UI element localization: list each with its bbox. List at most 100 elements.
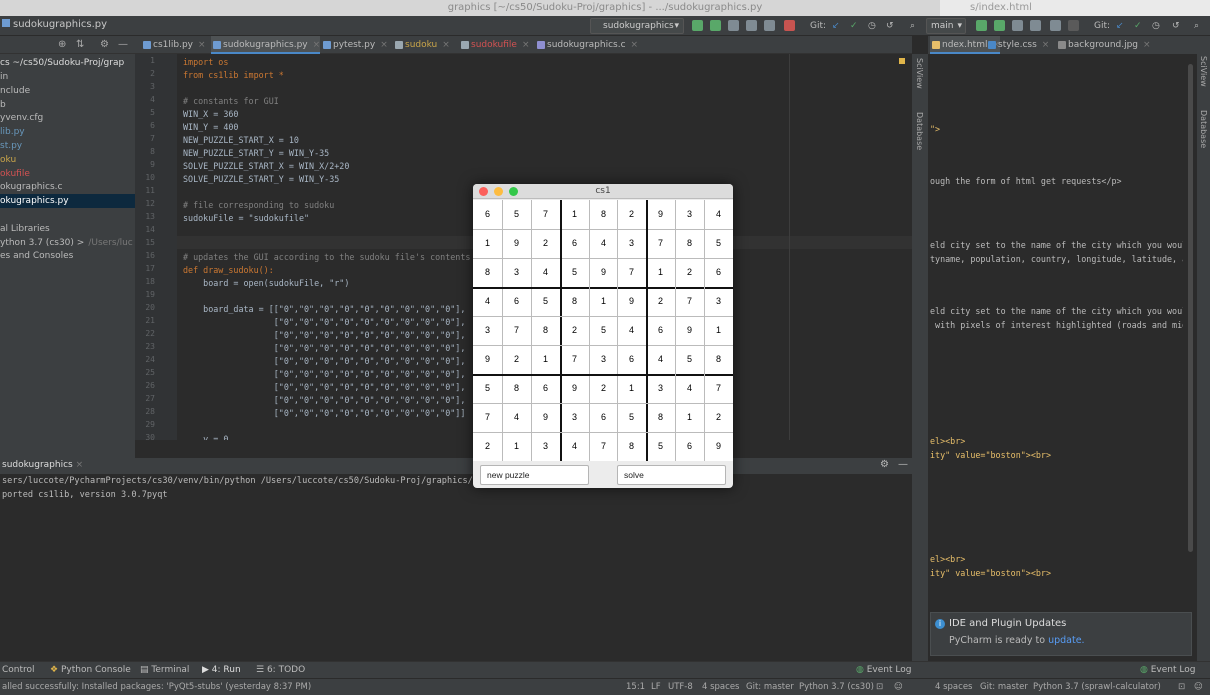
event-log-tab-right[interactable]: ◍ Event Log (1140, 665, 1195, 675)
run-tool-tab[interactable]: ▶ 4: Run (202, 665, 241, 675)
sudoku-cell[interactable]: 7 (560, 345, 589, 374)
target-icon[interactable]: ⊕ (58, 39, 66, 50)
sudoku-cell[interactable]: 9 (646, 200, 675, 229)
tree-item[interactable]: b (0, 98, 135, 112)
git-branch-right[interactable]: Git: master (980, 682, 1028, 692)
indent-setting-right[interactable]: 4 spaces (935, 682, 972, 692)
sudoku-cell[interactable]: 8 (646, 403, 675, 432)
sudoku-cell[interactable]: 1 (473, 229, 502, 258)
git-update-icon[interactable]: ↙ (832, 19, 840, 33)
sudoku-cell[interactable]: 3 (704, 287, 733, 316)
sudoku-cell[interactable]: 9 (617, 287, 646, 316)
tree-item[interactable]: okugraphics.py (0, 194, 135, 209)
maximize-window-button[interactable] (509, 187, 518, 196)
sudoku-cell[interactable]: 3 (646, 374, 675, 403)
close-icon[interactable]: × (442, 40, 450, 50)
caret-position[interactable]: 15:1 (626, 682, 645, 692)
sudoku-cell[interactable]: 5 (502, 200, 531, 229)
sudoku-cell[interactable]: 3 (589, 345, 618, 374)
sudoku-cell[interactable]: 8 (589, 200, 618, 229)
sudoku-cell[interactable]: 2 (704, 403, 733, 432)
sudoku-cell[interactable]: 5 (704, 229, 733, 258)
editor-tab[interactable]: sudokufile × (459, 36, 530, 54)
stop-icon[interactable] (1068, 20, 1079, 31)
sudoku-cell[interactable]: 9 (560, 374, 589, 403)
tree-item[interactable]: ython 3.7 (cs30) >/Users/luc (0, 236, 135, 250)
tree-item[interactable]: es and Consoles (0, 249, 135, 263)
inspector-icon[interactable]: ☺ (894, 682, 903, 692)
sudoku-cell[interactable]: 7 (675, 287, 704, 316)
right-editor-tab[interactable]: background.jpg × (1056, 36, 1151, 54)
sudoku-cell[interactable]: 6 (560, 229, 589, 258)
sudoku-cell[interactable]: 8 (675, 229, 704, 258)
collapse-icon[interactable]: ⇅ (76, 39, 84, 50)
search-icon[interactable]: ⌕ (1194, 19, 1199, 33)
sudoku-cell[interactable]: 2 (646, 287, 675, 316)
sudoku-cell[interactable]: 1 (617, 374, 646, 403)
debug-icon[interactable] (710, 20, 721, 31)
run-tab[interactable]: sudokugraphics × (2, 460, 83, 470)
close-icon[interactable]: × (631, 40, 639, 50)
history-icon[interactable]: ◷ (868, 19, 876, 33)
close-icon[interactable]: × (1143, 40, 1151, 50)
tree-item[interactable]: okugraphics.c (0, 180, 135, 194)
sudoku-cell[interactable]: 7 (646, 229, 675, 258)
sudoku-cell[interactable]: 6 (473, 200, 502, 229)
concurrency-icon[interactable] (1050, 20, 1061, 31)
sudoku-cell[interactable]: 4 (675, 374, 704, 403)
lock-icon[interactable]: ⊡ (876, 682, 883, 692)
editor-tab[interactable]: sudokugraphics.c × (535, 36, 638, 54)
profile-icon[interactable] (1030, 20, 1041, 31)
sudoku-cell[interactable]: 8 (617, 432, 646, 461)
file-encoding[interactable]: UTF-8 (668, 682, 693, 692)
minimize-window-button[interactable] (494, 187, 503, 196)
status-message[interactable]: alled successfully: Installed packages: … (2, 682, 311, 692)
revert-icon[interactable]: ↺ (1172, 19, 1180, 33)
sudoku-cell[interactable]: 2 (675, 258, 704, 287)
line-separator[interactable]: LF (651, 682, 661, 692)
tree-item[interactable]: al Libraries (0, 222, 135, 236)
tree-item[interactable]: oku (0, 153, 135, 167)
sudoku-cell[interactable]: 8 (704, 345, 733, 374)
sudoku-cell[interactable]: 3 (473, 316, 502, 345)
sudoku-cell[interactable]: 9 (675, 316, 704, 345)
sudoku-cell[interactable]: 1 (560, 200, 589, 229)
close-icon[interactable]: × (313, 40, 321, 50)
sudoku-cell[interactable]: 1 (589, 287, 618, 316)
sudoku-cell[interactable]: 7 (531, 200, 560, 229)
database-tab[interactable]: Database (915, 112, 924, 150)
sudoku-cell[interactable]: 7 (589, 432, 618, 461)
sudoku-cell[interactable]: 6 (502, 287, 531, 316)
sudoku-cell[interactable]: 8 (473, 258, 502, 287)
sudoku-cell[interactable]: 6 (704, 258, 733, 287)
new-puzzle-button[interactable]: new puzzle (480, 465, 589, 485)
build-icon[interactable] (692, 20, 703, 31)
tree-item[interactable]: lib.py (0, 125, 135, 139)
interpreter-right[interactable]: Python 3.7 (sprawl-calculator) (1033, 682, 1161, 692)
debug-icon[interactable] (994, 20, 1005, 31)
sudoku-cell[interactable]: 8 (560, 287, 589, 316)
sudoku-cell[interactable]: 6 (589, 403, 618, 432)
sudoku-cell[interactable]: 9 (589, 258, 618, 287)
right-editor-tab[interactable]: style.css × (986, 36, 1049, 54)
close-icon[interactable]: × (198, 40, 206, 50)
sudoku-cell[interactable]: 5 (617, 403, 646, 432)
solve-button[interactable]: solve (617, 465, 726, 485)
profile-icon[interactable] (746, 20, 757, 31)
gear-icon[interactable]: ⚙ (100, 39, 109, 50)
sudoku-cell[interactable]: 4 (617, 316, 646, 345)
sudoku-cell[interactable]: 3 (502, 258, 531, 287)
sudoku-cell[interactable]: 5 (560, 258, 589, 287)
close-icon[interactable]: × (522, 40, 530, 50)
sudoku-cell[interactable]: 2 (560, 316, 589, 345)
concurrency-icon[interactable] (764, 20, 775, 31)
hide-icon[interactable]: — (898, 459, 908, 470)
close-icon[interactable]: × (76, 460, 84, 470)
right-editor-scrollbar[interactable] (1183, 54, 1197, 661)
sudoku-cell[interactable]: 5 (646, 432, 675, 461)
coverage-icon[interactable] (1012, 20, 1023, 31)
sudoku-cell[interactable]: 6 (617, 345, 646, 374)
event-log-tab[interactable]: ◍ Event Log (856, 665, 911, 675)
git-update-icon[interactable]: ↙ (1116, 19, 1124, 33)
sudoku-cell[interactable]: 4 (502, 403, 531, 432)
